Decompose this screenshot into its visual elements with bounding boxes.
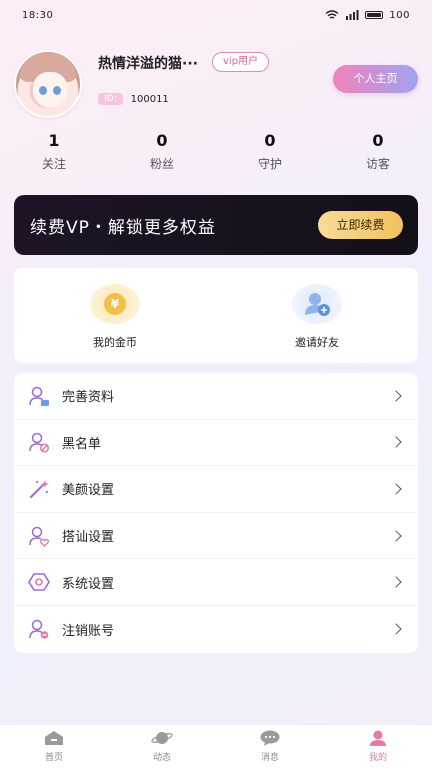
settings-menu: 完善资料 黑名单 美颜设置 搭讪设置 系统设置 注销账号 — [14, 373, 418, 653]
status-time: 18:30 — [22, 9, 54, 21]
stat-number: 0 — [156, 131, 168, 150]
vip-renew-banner[interactable]: 续费VP・解锁更多权益 立即续费 — [14, 195, 418, 255]
user-id-row: ID: 100011 — [98, 93, 169, 105]
menu-label: 黑名单 — [62, 436, 102, 452]
menu-item-beauty-settings[interactable]: 美颜设置 — [14, 466, 418, 513]
stat-number: 1 — [48, 131, 60, 150]
battery-level: 100 — [389, 9, 410, 21]
status-bar: 18:30 100 — [0, 0, 432, 30]
vip-badge: vip用户 — [212, 52, 270, 72]
bottom-tab-bar: 首页 动态 消息 我的 — [0, 724, 432, 768]
tab-label: 消息 — [260, 753, 279, 763]
battery-icon — [365, 11, 384, 19]
invite-friend-icon — [292, 284, 342, 324]
greet-heart-icon — [29, 526, 50, 547]
stat-visitors[interactable]: 0 访客 — [324, 131, 432, 172]
renew-button[interactable]: 立即续费 — [318, 211, 403, 239]
stat-guard[interactable]: 0 守护 — [216, 131, 324, 172]
quick-actions-card: ¥ 我的金币 邀请好友 — [14, 268, 418, 363]
menu-item-system-settings[interactable]: 系统设置 — [14, 559, 418, 606]
tab-label: 动态 — [152, 753, 171, 763]
chevron-right-icon — [390, 623, 402, 635]
user-icon — [370, 730, 386, 746]
tab-label: 首页 — [44, 753, 63, 763]
hexagon-settings-icon — [28, 573, 50, 591]
tab-moments[interactable]: 动态 — [108, 725, 216, 768]
chevron-right-icon — [390, 436, 402, 449]
vip-banner-text: 续费VP・解锁更多权益 — [30, 217, 216, 238]
chevron-right-icon — [390, 483, 402, 495]
status-icons: 100 — [325, 10, 410, 21]
menu-item-greeting-settings[interactable]: 搭讪设置 — [14, 513, 418, 560]
chevron-right-icon — [390, 576, 402, 588]
menu-item-blacklist[interactable]: 黑名单 — [14, 420, 418, 467]
stat-label: 守护 — [257, 157, 282, 171]
stat-label: 访客 — [365, 157, 390, 171]
id-tag: ID: — [98, 93, 123, 105]
personal-homepage-button[interactable]: 个人主页 — [333, 65, 418, 93]
profile-header: 热情洋溢的猫··· vip用户 ID: 100011 个人主页 — [14, 50, 418, 118]
chevron-right-icon — [390, 390, 402, 402]
profile-edit-icon — [29, 386, 49, 406]
user-id: 100011 — [130, 93, 169, 105]
menu-label: 美颜设置 — [62, 483, 115, 499]
wifi-icon — [325, 10, 339, 19]
stat-label: 关注 — [41, 157, 66, 171]
cancel-account-icon — [29, 620, 49, 640]
stat-label: 粉丝 — [149, 157, 174, 171]
menu-label: 系统设置 — [62, 576, 115, 592]
menu-label: 完善资料 — [62, 390, 115, 406]
invite-friends-button[interactable]: 邀请好友 — [216, 268, 418, 363]
chevron-right-icon — [390, 529, 402, 542]
tab-mine[interactable]: 我的 — [324, 725, 432, 768]
stat-number: 0 — [264, 131, 276, 150]
magic-wand-icon — [30, 479, 49, 498]
stat-following[interactable]: 1 关注 — [0, 131, 108, 172]
tab-messages[interactable]: 消息 — [216, 725, 324, 768]
quick-label: 邀请好友 — [295, 336, 339, 349]
menu-label: 注销账号 — [62, 623, 115, 639]
signal-icon — [346, 10, 359, 20]
stats-row: 1 关注 0 粉丝 0 守护 0 访客 — [0, 131, 432, 172]
blacklist-icon — [29, 433, 50, 453]
stat-fans[interactable]: 0 粉丝 — [108, 131, 216, 172]
quick-label: 我的金币 — [93, 336, 137, 349]
my-coins-button[interactable]: ¥ 我的金币 — [14, 268, 216, 363]
menu-item-complete-profile[interactable]: 完善资料 — [14, 373, 418, 420]
stat-number: 0 — [372, 131, 384, 150]
home-icon — [45, 731, 63, 745]
planet-icon — [151, 732, 173, 744]
tab-home[interactable]: 首页 — [0, 725, 108, 768]
coin-icon: ¥ — [90, 284, 140, 324]
chat-bubble-icon — [260, 730, 280, 746]
menu-item-cancel-account[interactable]: 注销账号 — [14, 606, 418, 653]
avatar[interactable] — [14, 50, 82, 118]
nickname: 热情洋溢的猫··· — [98, 56, 198, 72]
tab-label: 我的 — [368, 753, 387, 763]
menu-label: 搭讪设置 — [62, 530, 115, 546]
